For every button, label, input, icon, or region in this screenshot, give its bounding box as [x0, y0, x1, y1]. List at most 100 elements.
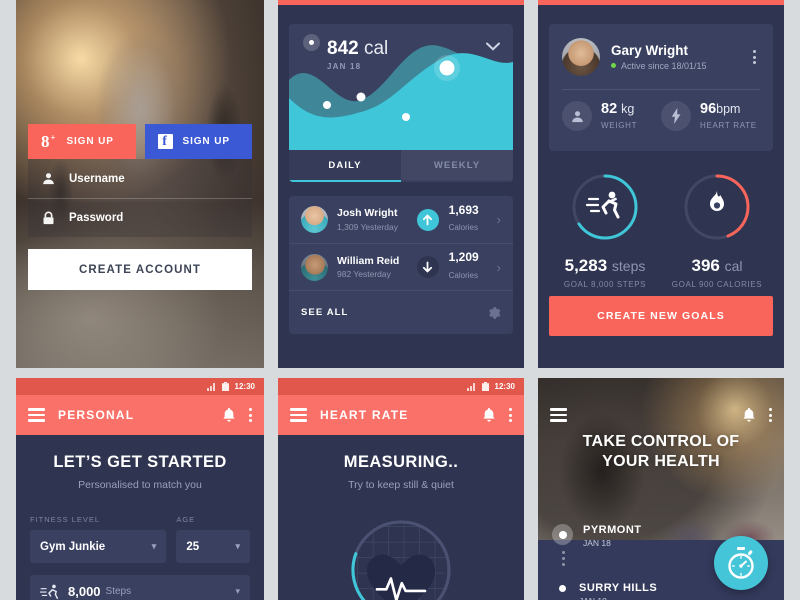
kebab-menu-icon[interactable] [249, 408, 252, 422]
heart-rate-dial [330, 515, 472, 600]
flame-icon [710, 190, 724, 211]
panel-top-accent [538, 0, 784, 5]
weight-label: WEIGHT [601, 120, 638, 130]
ring-steps: 5,283 steps GOAL 8,000 STEPS [549, 170, 661, 289]
chart-marker-active [439, 60, 455, 76]
see-all-row[interactable]: SEE ALL [289, 290, 513, 334]
battery-icon [481, 382, 489, 391]
app-bar-actions [742, 407, 772, 423]
screenshot-board: 8+ SIGN UP f SIGN UP Username Password C… [0, 0, 800, 600]
profile-stats: 82 kg WEIGHT 96bpm HEART RATE [549, 90, 773, 131]
chevron-down-icon: ▾ [151, 541, 157, 551]
avatar [562, 38, 600, 76]
gear-icon[interactable] [487, 306, 501, 320]
fitness-level-select[interactable]: Gym Junkie ▾ [30, 530, 167, 563]
friend-calories-label: Calories [448, 223, 478, 233]
friend-subtitle: 982 Yesterday [337, 269, 391, 280]
profile-status-text: Active since 18/01/15 [621, 61, 707, 71]
kebab-menu-icon[interactable] [769, 408, 772, 422]
steps-value: 5,283 [564, 256, 608, 275]
running-icon [40, 584, 59, 599]
steps-unit: steps [611, 258, 646, 274]
calories-value: 842 [327, 38, 359, 59]
timeline-date: JAN 18 [583, 538, 611, 548]
personal-body: LET’S GET STARTED Personalised to match … [16, 435, 264, 600]
chevron-down-icon[interactable] [486, 38, 500, 56]
kebab-menu-icon[interactable] [509, 408, 512, 422]
friend-calories-value: 1,209 [448, 250, 479, 265]
profile-card: Gary Wright Active since 18/01/15 82 kg … [549, 24, 773, 151]
person-icon [43, 173, 54, 185]
stat-weight: 82 kg WEIGHT [562, 101, 661, 131]
tab-daily[interactable]: DAILY [289, 150, 401, 182]
username-field[interactable]: Username [28, 159, 252, 198]
calories-date: JAN 18 [327, 62, 362, 71]
hamburger-icon[interactable] [28, 408, 45, 422]
app-bar [538, 395, 784, 435]
bolt-icon [661, 101, 691, 131]
fitness-level-value: Gym Junkie [40, 540, 106, 553]
lock-icon [43, 211, 54, 224]
social-signup-row: 8+ SIGN UP f SIGN UP [28, 124, 252, 159]
running-icon [585, 191, 620, 219]
steps-goal-unit: Steps [105, 586, 132, 597]
heart-rate-label: HEART RATE [700, 120, 757, 130]
friend-calories-label: Calories [448, 270, 478, 280]
page-subtitle: Personalised to match you [78, 479, 202, 491]
status-bar: 12:30 [16, 378, 264, 395]
google-signup-button[interactable]: 8+ SIGN UP [28, 124, 136, 159]
chart-marker [356, 92, 366, 102]
personal-screen: 12:30 PERSONAL LET’S GET STARTED Persona… [16, 378, 264, 600]
bell-icon[interactable] [742, 407, 756, 423]
create-account-button[interactable]: CREATE ACCOUNT [28, 249, 252, 290]
stat-heart-rate: 96bpm HEART RATE [661, 101, 760, 131]
page-title: MEASURING.. [343, 453, 459, 471]
bpm-unit: bpm [716, 102, 741, 117]
calories-panel: 842 cal JAN 18 DAILY WEEKLY Josh Wright … [278, 0, 524, 368]
calories-chart-card: 842 cal JAN 18 DAILY WEEKLY [289, 24, 513, 182]
person-icon [562, 101, 592, 131]
stopwatch-fab-button[interactable] [714, 536, 768, 590]
create-new-goals-button[interactable]: CREATE NEW GOALS [549, 296, 773, 336]
calories-ring-unit: cal [724, 258, 743, 274]
calories-goal: GOAL 900 CALORIES [671, 280, 763, 289]
bell-icon[interactable] [222, 407, 236, 423]
steps-goal-select[interactable]: 8,000 Steps ▾ [30, 575, 250, 600]
app-bar-actions [482, 407, 512, 423]
age-select[interactable]: 25 ▾ [176, 530, 250, 563]
hamburger-icon[interactable] [290, 408, 307, 422]
kebab-menu-icon[interactable] [749, 46, 760, 68]
steps-goal-value: 8,000 [68, 584, 101, 599]
friend-subtitle: 1,309 Yesterday [337, 221, 398, 232]
timeline-bullet-icon [552, 524, 573, 545]
stopwatch-icon [728, 547, 754, 579]
app-bar-actions [222, 407, 252, 423]
timeline-name: PYRMONT [583, 524, 642, 536]
pulse-dial [351, 520, 451, 600]
friend-row-william[interactable]: William Reid 982 Yesterday 1,209 Calorie… [289, 243, 513, 290]
health-screen: 12:30 TAKE CONTROL OF YOUR HEALTH PYRMON… [538, 378, 784, 600]
signal-icon [206, 382, 215, 391]
profile-name: Gary Wright [611, 43, 689, 58]
hamburger-icon[interactable] [550, 408, 567, 422]
personal-form-row: FITNESS LEVEL Gym Junkie ▾ AGE 25 ▾ [16, 515, 264, 563]
arrow-up-icon [416, 208, 439, 231]
page-title: LET’S GET STARTED [53, 453, 227, 471]
chevron-right-icon: › [496, 259, 501, 275]
timeline-bullet-icon [556, 582, 569, 595]
status-time: 12:30 [234, 382, 255, 391]
google-plus-icon: 8+ [41, 132, 57, 151]
fitness-level-label: FITNESS LEVEL [30, 515, 101, 524]
battery-icon [221, 382, 229, 391]
calories-progress-ring [684, 174, 750, 240]
hero-heading: TAKE CONTROL OF YOUR HEALTH [538, 432, 784, 471]
status-time: 12:30 [494, 382, 515, 391]
facebook-signup-button[interactable]: f SIGN UP [144, 124, 252, 159]
friend-name: Josh Wright [337, 207, 398, 220]
tab-weekly[interactable]: WEEKLY [401, 150, 513, 182]
password-field[interactable]: Password [28, 198, 252, 237]
friend-row-josh[interactable]: Josh Wright 1,309 Yesterday 1,693 Calori… [289, 196, 513, 243]
bell-icon[interactable] [482, 407, 496, 423]
heart-rate-screen: 12:30 HEART RATE MEASURING.. Try to keep… [278, 378, 524, 600]
hero-line-2: YOUR HEALTH [602, 452, 720, 470]
